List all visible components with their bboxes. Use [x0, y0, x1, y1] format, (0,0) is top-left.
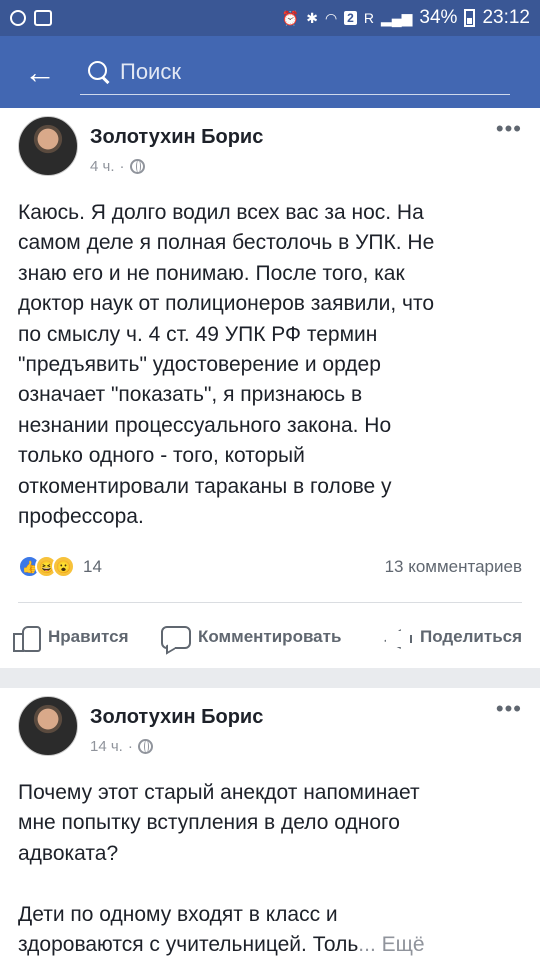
- signal-icon: ▂▄▆: [380, 9, 413, 26]
- comments-count[interactable]: 13 комментариев: [385, 557, 522, 577]
- share-icon: [382, 623, 412, 651]
- alarm-icon: ⏰: [281, 9, 300, 26]
- like-label: Нравится: [48, 627, 129, 646]
- post-card: Золотухин Борис 14 ч. · ••• Почему этот …: [0, 688, 540, 960]
- status-bar: ⏰ ✱ ◠ 2 R ▂▄▆ 34% 23:12: [0, 0, 540, 36]
- search-icon: [86, 59, 112, 85]
- app-bar: ←: [0, 36, 540, 108]
- back-arrow-icon[interactable]: ←: [0, 36, 80, 108]
- sim-badge: 2: [344, 11, 357, 25]
- meta-dot: ·: [119, 158, 125, 175]
- globe-icon: [129, 159, 145, 174]
- search-input[interactable]: [120, 58, 480, 85]
- more-options-icon[interactable]: •••: [496, 698, 522, 720]
- post-time[interactable]: 4 ч.: [90, 158, 115, 175]
- meta-dot: ·: [127, 738, 133, 755]
- author-name[interactable]: Золотухин Борис: [90, 126, 263, 149]
- reactions-count: 14: [83, 556, 102, 576]
- reactions-summary[interactable]: 👍 😆 😮 14: [18, 555, 102, 578]
- more-options-icon[interactable]: •••: [496, 118, 522, 140]
- clock: 23:12: [482, 7, 530, 28]
- comment-button[interactable]: Комментировать: [160, 623, 341, 651]
- media-icon: [34, 10, 52, 26]
- post-text-body: Почему этот старый анекдот напоминает мн…: [18, 781, 420, 957]
- post-actions: Нравится Комментировать Поделиться: [0, 613, 540, 661]
- globe-icon: [137, 739, 153, 754]
- post-meta: 4 ч. ·: [90, 158, 145, 175]
- avatar[interactable]: [18, 696, 78, 756]
- battery-icon: [464, 9, 476, 27]
- post-meta: 14 ч. ·: [90, 738, 153, 755]
- comment-icon: [160, 623, 191, 651]
- search-bar[interactable]: [80, 49, 510, 95]
- post-card: Золотухин Борис 4 ч. · ••• Каюсь. Я долг…: [0, 108, 540, 668]
- status-right: ⏰ ✱ ◠ 2 R ▂▄▆ 34% 23:12: [282, 7, 530, 29]
- like-button[interactable]: Нравится: [10, 623, 129, 652]
- wow-reaction-icon: 😮: [52, 555, 75, 578]
- avatar[interactable]: [18, 116, 78, 176]
- see-more-link[interactable]: ... Ещё: [358, 933, 425, 957]
- status-left: [10, 10, 52, 26]
- author-name[interactable]: Золотухин Борис: [90, 706, 263, 729]
- share-button[interactable]: Поделиться: [382, 623, 522, 651]
- post-header: Золотухин Борис 14 ч. · •••: [18, 696, 526, 766]
- post-text: Каюсь. Я долго водил всех вас за нос. На…: [18, 201, 435, 529]
- share-label: Поделиться: [420, 627, 523, 646]
- bluetooth-icon: ✱: [306, 9, 318, 26]
- post-header: Золотухин Борис 4 ч. · •••: [18, 116, 526, 186]
- post-text: Почему этот старый анекдот напоминает мн…: [18, 778, 526, 960]
- thumbs-up-icon: [10, 623, 41, 652]
- notification-icon: [10, 10, 26, 26]
- wifi-icon: ◠: [324, 9, 338, 26]
- battery-percent: 34%: [419, 7, 458, 28]
- comment-label: Комментировать: [198, 627, 342, 646]
- post-time[interactable]: 14 ч.: [90, 738, 123, 755]
- divider: [18, 602, 522, 603]
- network-label: R: [363, 10, 374, 26]
